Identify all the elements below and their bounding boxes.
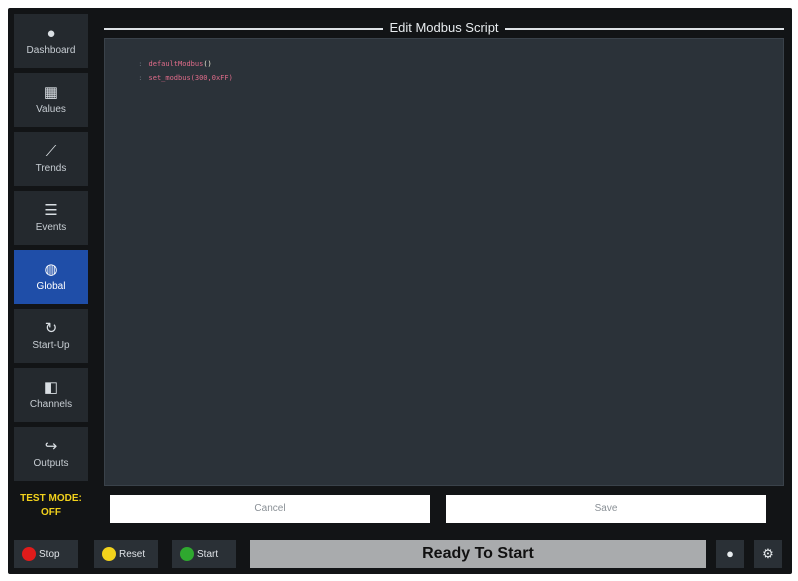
app-window: ● Dashboard ▦ Values ⟋ Trends ☰ Events ◍… <box>8 8 792 574</box>
stop-icon <box>22 547 36 561</box>
code-text: defaultModbus <box>148 60 204 68</box>
title-wrap: Edit Modbus Script <box>104 20 784 35</box>
code-line: : set_modbus(300,0xFF) <box>113 57 775 82</box>
start-button[interactable]: Start <box>172 540 236 568</box>
page-title: Edit Modbus Script <box>383 20 505 35</box>
sidebar-item-label: Trends <box>35 163 67 174</box>
gear-icon[interactable]: ⚙ <box>754 540 782 568</box>
test-mode-label: TEST MODE: <box>20 493 82 504</box>
reset-button[interactable]: Reset <box>94 540 158 568</box>
sidebar-item-start-up[interactable]: ↻ Start-Up <box>14 309 88 363</box>
start-label: Start <box>197 548 219 560</box>
sidebar-item-events[interactable]: ☰ Events <box>14 191 88 245</box>
sidebar-nav: ● Dashboard ▦ Values ⟋ Trends ☰ Events ◍… <box>14 14 90 486</box>
channels-icon: ◧ <box>43 379 59 396</box>
sidebar-item-label: Values <box>36 104 66 115</box>
sidebar-item-label: Channels <box>29 399 73 410</box>
reset-label: Reset <box>119 548 146 560</box>
code-paren: () <box>203 60 212 68</box>
refresh-icon: ↻ <box>44 320 58 337</box>
reset-icon <box>102 547 116 561</box>
sidebar-item-label: Dashboard <box>26 45 76 56</box>
control-bar: Stop Reset Start Ready To Start ● ⚙ <box>8 534 792 574</box>
line-gutter: : <box>138 74 143 82</box>
globe-icon: ◍ <box>44 261 58 278</box>
stop-button[interactable]: Stop <box>14 540 78 568</box>
status-display: Ready To Start <box>250 540 706 568</box>
sidebar-item-label: Outputs <box>33 458 69 469</box>
code-line: : defaultModbus() <box>113 43 775 68</box>
sidebar-item-outputs[interactable]: ↪ Outputs <box>14 427 88 481</box>
sidebar-item-dashboard[interactable]: ● Dashboard <box>14 14 88 68</box>
info-icon[interactable]: ● <box>716 540 744 568</box>
sidebar-item-label: Global <box>36 281 66 292</box>
test-mode-value: OFF <box>41 507 61 518</box>
trend-chart-icon: ⟋ <box>45 143 57 160</box>
code-text: set_modbus( <box>148 74 195 82</box>
output-arrow-icon: ↪ <box>44 438 58 455</box>
sidebar-item-trends[interactable]: ⟋ Trends <box>14 132 88 186</box>
sidebar-item-label: Events <box>35 222 67 233</box>
test-mode-indicator: TEST MODE: OFF <box>14 492 88 520</box>
sidebar-item-channels[interactable]: ◧ Channels <box>14 368 88 422</box>
dashboard-gauge-icon: ● <box>46 25 56 42</box>
sidebar-item-values[interactable]: ▦ Values <box>14 73 88 127</box>
table-grid-icon: ▦ <box>43 84 59 101</box>
cancel-button[interactable]: Cancel <box>110 495 430 523</box>
start-icon <box>180 547 194 561</box>
line-gutter: : <box>138 60 143 68</box>
save-button[interactable]: Save <box>446 495 766 523</box>
sidebar-item-global[interactable]: ◍ Global <box>14 250 88 304</box>
stop-label: Stop <box>39 548 60 560</box>
list-icon: ☰ <box>44 202 58 219</box>
sidebar-item-label: Start-Up <box>32 340 70 351</box>
editor-title-bar: Edit Modbus Script <box>104 18 784 38</box>
code-args: 300,0xFF) <box>194 74 233 82</box>
script-editor[interactable]: : defaultModbus() : set_modbus(300,0xFF) <box>104 38 784 486</box>
